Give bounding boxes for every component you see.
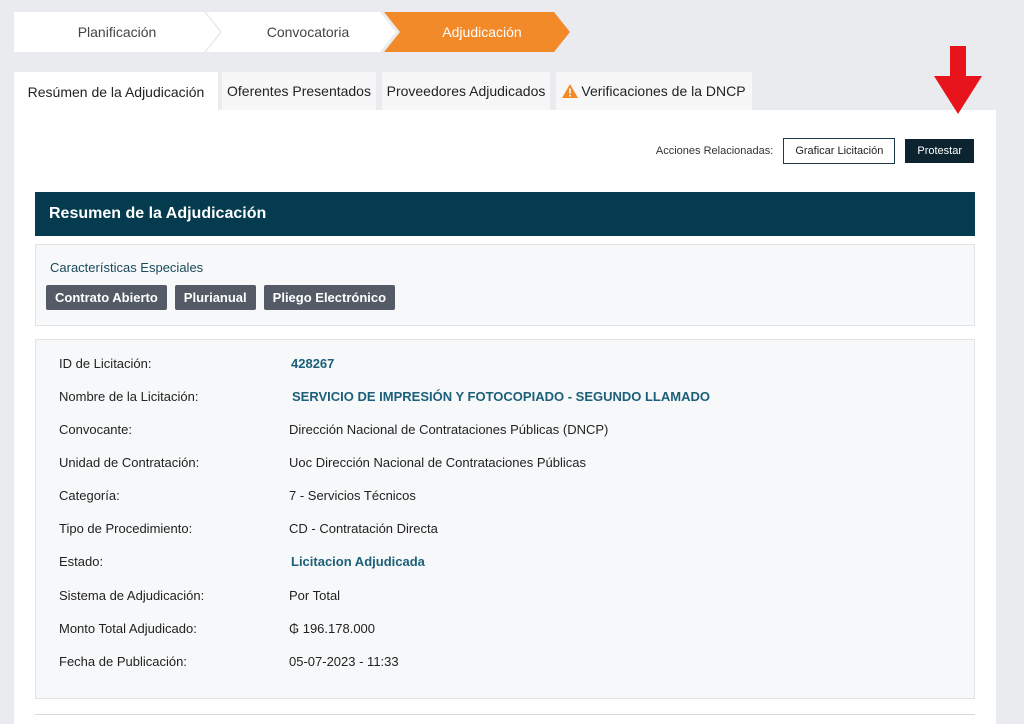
- tab-proveedores-adjudicados[interactable]: Proveedores Adjudicados: [382, 72, 550, 110]
- red-arrow-down-icon: [934, 46, 982, 114]
- tab-verificaciones-dncp[interactable]: Verificaciones de la DNCP: [556, 72, 752, 110]
- detail-label: Convocante:: [59, 422, 132, 437]
- protestar-button[interactable]: Protestar: [905, 139, 974, 163]
- detail-row-tipo: Tipo de Procedimiento: CD - Contratación…: [36, 521, 974, 541]
- detail-row-categoria: Categoría: 7 - Servicios Técnicos: [36, 488, 974, 508]
- detail-label: Monto Total Adjudicado:: [59, 621, 197, 636]
- detail-value-convocante: Dirección Nacional de Contrataciones Púb…: [289, 422, 609, 437]
- detail-value-sistema: Por Total: [289, 588, 341, 603]
- tab-label: Oferentes Presentados: [227, 83, 371, 99]
- detail-row-id: ID de Licitación: 428267: [36, 356, 974, 376]
- process-stepper: Planificación Convocatoria Adjudicación: [14, 12, 570, 52]
- detail-label: Categoría:: [59, 488, 120, 503]
- section-header: Resumen de la Adjudicación: [35, 192, 975, 236]
- detail-row-unidad: Unidad de Contratación: Uoc Dirección Na…: [36, 455, 974, 475]
- tab-label: Proveedores Adjudicados: [386, 83, 546, 99]
- detail-label: Estado:: [59, 554, 104, 569]
- detail-label: ID de Licitación:: [59, 356, 152, 371]
- detail-row-nombre: Nombre de la Licitación: SERVICIO DE IMP…: [36, 389, 974, 409]
- graficar-licitacion-button[interactable]: Graficar Licitación: [783, 138, 896, 164]
- detail-row-estado: Estado: Licitacion Adjudicada: [36, 554, 974, 574]
- detail-value-id[interactable]: 428267: [291, 356, 334, 371]
- detail-value-estado: Licitacion Adjudicada: [291, 554, 425, 569]
- detail-row-monto: Monto Total Adjudicado: ₲ 196.178.000: [36, 621, 974, 641]
- detail-row-convocante: Convocante: Dirección Nacional de Contra…: [36, 422, 974, 442]
- detail-label: Fecha de Publicación:: [59, 654, 187, 669]
- warning-icon: [562, 84, 579, 98]
- badge-contrato-abierto: Contrato Abierto: [46, 285, 167, 310]
- detail-row-sistema: Sistema de Adjudicación: Por Total: [36, 588, 974, 608]
- tab-oferentes-presentados[interactable]: Oferentes Presentados: [222, 72, 376, 110]
- detail-label: Tipo de Procedimiento:: [59, 521, 193, 536]
- detail-value-categoria: 7 - Servicios Técnicos: [289, 488, 416, 503]
- step-planificacion[interactable]: Planificación: [14, 12, 220, 52]
- divider: [35, 714, 975, 715]
- tab-label: Verificaciones de la DNCP: [581, 83, 746, 99]
- features-title: Características Especiales: [50, 260, 204, 275]
- feature-badges: Contrato Abierto Plurianual Pliego Elect…: [46, 285, 396, 310]
- detail-value-nombre[interactable]: SERVICIO DE IMPRESIÓN Y FOTOCOPIADO - SE…: [292, 389, 710, 404]
- detail-row-fecha: Fecha de Publicación: 05-07-2023 - 11:33: [36, 654, 974, 674]
- badge-plurianual: Plurianual: [174, 285, 256, 310]
- special-features-box: Características Especiales Contrato Abie…: [35, 244, 975, 326]
- details-box: ID de Licitación: 428267 Nombre de la Li…: [35, 339, 975, 699]
- badge-pliego-electronico: Pliego Electrónico: [263, 285, 396, 310]
- tab-resumen-adjudicacion[interactable]: Resúmen de la Adjudicación: [14, 72, 218, 112]
- detail-label: Unidad de Contratación:: [59, 455, 200, 470]
- actions-label: Acciones Relacionadas:: [655, 145, 774, 157]
- step-label: Planificación: [77, 24, 157, 40]
- main-panel: Acciones Relacionadas: Graficar Licitaci…: [14, 46, 996, 724]
- tab-label: Resúmen de la Adjudicación: [27, 84, 205, 100]
- step-convocatoria[interactable]: Convocatoria: [206, 12, 396, 52]
- step-label: Convocatoria: [266, 24, 350, 40]
- detail-label: Nombre de la Licitación:: [59, 389, 199, 404]
- step-label: Adjudicación: [442, 24, 522, 40]
- detail-value-tipo: CD - Contratación Directa: [289, 521, 438, 536]
- detail-value-fecha: 05-07-2023 - 11:33: [289, 654, 399, 669]
- step-adjudicacion[interactable]: Adjudicación: [384, 12, 570, 52]
- detail-value-monto: ₲ 196.178.000: [289, 621, 376, 636]
- detail-label: Sistema de Adjudicación:: [59, 588, 205, 603]
- related-actions: Acciones Relacionadas: Graficar Licitaci…: [656, 138, 974, 164]
- detail-value-unidad: Uoc Dirección Nacional de Contrataciones…: [289, 455, 586, 470]
